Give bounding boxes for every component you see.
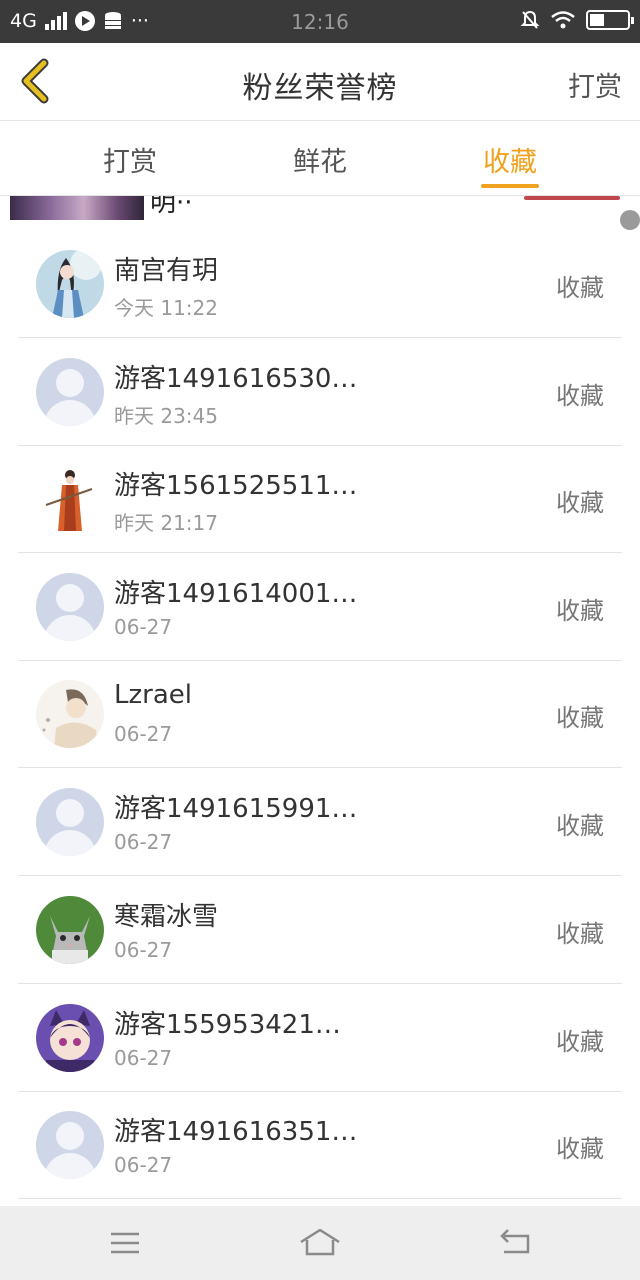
page-title: 粉丝荣誉榜	[242, 71, 398, 106]
banner-thumbnail	[10, 196, 144, 220]
action-type: 收藏	[556, 274, 604, 302]
user-name: 南宫有玥	[114, 256, 219, 286]
tab-reward[interactable]: 打赏	[70, 140, 190, 179]
user-name: 游客155953421…	[114, 1010, 341, 1040]
battery-icon	[586, 10, 634, 30]
timestamp: 06-27	[114, 1046, 173, 1070]
default-avatar-icon	[36, 358, 104, 426]
list-item[interactable]: 游客1561525511… 昨天 21:17 收藏	[18, 445, 622, 553]
status-right	[520, 10, 634, 30]
floating-handle-icon[interactable]	[620, 210, 640, 230]
list-item[interactable]: 寒霜冰雪 06-27 收藏	[18, 876, 622, 984]
user-name: 游客1491616351…	[114, 1117, 358, 1147]
menu-button[interactable]	[105, 1226, 145, 1260]
menu-icon	[111, 1232, 139, 1254]
action-type: 收藏	[556, 1135, 604, 1163]
list-item[interactable]: 游客1491616530… 昨天 23:45 收藏	[18, 338, 622, 446]
action-type: 收藏	[556, 489, 604, 517]
avatar	[36, 896, 104, 964]
list-item[interactable]: Lzrael 06-27 收藏	[18, 660, 622, 768]
partial-item-bar	[524, 196, 620, 200]
tab-flowers[interactable]: 鲜花	[260, 140, 380, 179]
timestamp: 06-27	[114, 615, 173, 639]
avatar	[36, 680, 104, 748]
action-type: 收藏	[556, 382, 604, 410]
user-name: 游客1491614001…	[114, 579, 358, 609]
list-item[interactable]: 游客155953421… 06-27 收藏	[18, 984, 622, 1092]
wifi-icon	[551, 11, 575, 29]
default-avatar-icon	[36, 788, 104, 856]
action-type: 收藏	[556, 704, 604, 732]
action-type: 收藏	[556, 597, 604, 625]
user-name: 游客1491615991…	[114, 794, 358, 824]
return-icon	[500, 1229, 530, 1254]
default-avatar-icon	[36, 573, 104, 641]
user-name: Lzrael	[114, 680, 192, 710]
action-type: 收藏	[556, 812, 604, 840]
default-avatar-icon	[36, 1111, 104, 1179]
header: 粉丝荣誉榜 打赏	[0, 43, 640, 121]
avatar	[36, 1004, 104, 1072]
list-item[interactable]: 游客1491616351… 06-27 收藏	[18, 1091, 622, 1199]
timestamp: 06-27	[114, 722, 173, 746]
mute-bell-icon	[520, 10, 540, 29]
user-name: 寒霜冰雪	[114, 902, 219, 932]
list-item[interactable]: 南宫有玥 今天 11:22 收藏	[18, 230, 622, 338]
tab-favorites[interactable]: 收藏	[450, 140, 570, 179]
reward-button[interactable]: 打赏	[568, 65, 622, 104]
status-bar: 4G ··· 12:16	[0, 0, 640, 43]
home-icon	[300, 1228, 340, 1256]
timestamp: 06-27	[114, 938, 173, 962]
partial-item-text: 明··	[150, 196, 193, 218]
timestamp: 昨天 23:45	[114, 404, 218, 428]
user-name: 游客1561525511…	[114, 471, 358, 501]
back-nav-button[interactable]	[496, 1226, 536, 1260]
timestamp: 06-27	[114, 830, 173, 854]
user-name: 游客1491616530…	[114, 364, 358, 394]
timestamp: 06-27	[114, 1153, 173, 1177]
active-tab-indicator	[481, 184, 539, 188]
avatar	[36, 465, 104, 533]
list-item[interactable]: 游客1491615991… 06-27 收藏	[18, 768, 622, 876]
system-nav-bar	[0, 1206, 640, 1280]
home-button[interactable]	[298, 1226, 342, 1260]
action-type: 收藏	[556, 1028, 604, 1056]
partial-list-item: 明··	[0, 196, 640, 222]
timestamp: 今天 11:22	[114, 296, 218, 320]
timestamp: 昨天 21:17	[114, 511, 218, 535]
action-type: 收藏	[556, 920, 604, 948]
list-item[interactable]: 游客1491614001… 06-27 收藏	[18, 553, 622, 661]
avatar	[36, 250, 104, 318]
tab-bar: 打赏 鲜花 收藏	[0, 122, 640, 196]
